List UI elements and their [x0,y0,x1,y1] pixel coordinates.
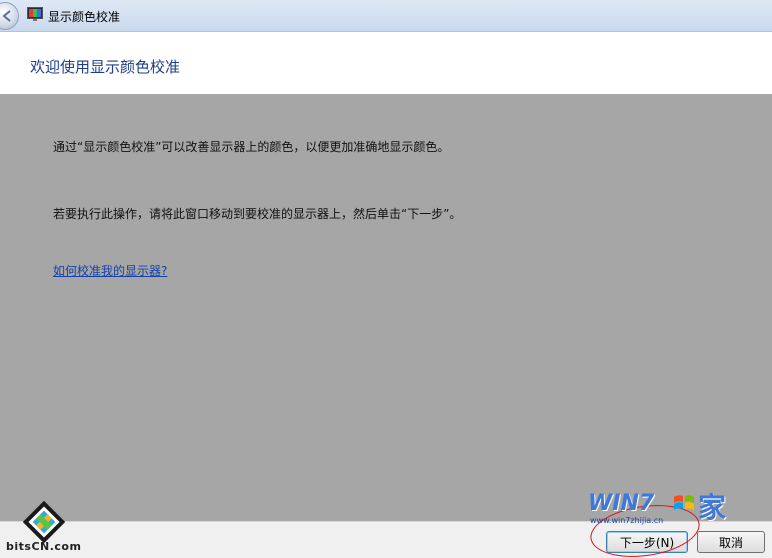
back-arrow-icon [2,10,11,22]
page-title: 欢迎使用显示颜色校准 [30,58,181,76]
window-title: 显示颜色校准 [48,10,121,24]
win7-watermark-url: www.win7zhijia.cn [590,516,664,525]
bitscn-watermark-text: bitsCN.com [6,540,82,553]
back-button[interactable] [0,2,19,30]
display-calibration-icon [27,7,43,21]
content-area: 通过“显示颜色校准”可以改善显示器上的颜色，以便更加准确地显示颜色。 若要执行此… [0,94,772,521]
cancel-button[interactable]: 取消 [697,531,765,553]
help-link[interactable]: 如何校准我的显示器? [53,262,167,279]
next-button[interactable]: 下一步(N) [606,531,688,553]
footer: 下一步(N) 取消 [0,521,772,558]
win7-watermark-char: 家 [698,491,727,524]
title-bar: 显示颜色校准 [0,0,772,32]
instruction-text: 若要执行此操作，请将此窗口移动到要校准的显示器上，然后单击“下一步”。 [53,207,462,221]
windows-logo-icon [674,495,694,510]
page-header: 欢迎使用显示颜色校准 [0,33,772,94]
win7-watermark-brand: WIN7 [588,491,655,516]
intro-text: 通过“显示颜色校准”可以改善显示器上的颜色，以便更加准确地显示颜色。 [53,140,450,154]
